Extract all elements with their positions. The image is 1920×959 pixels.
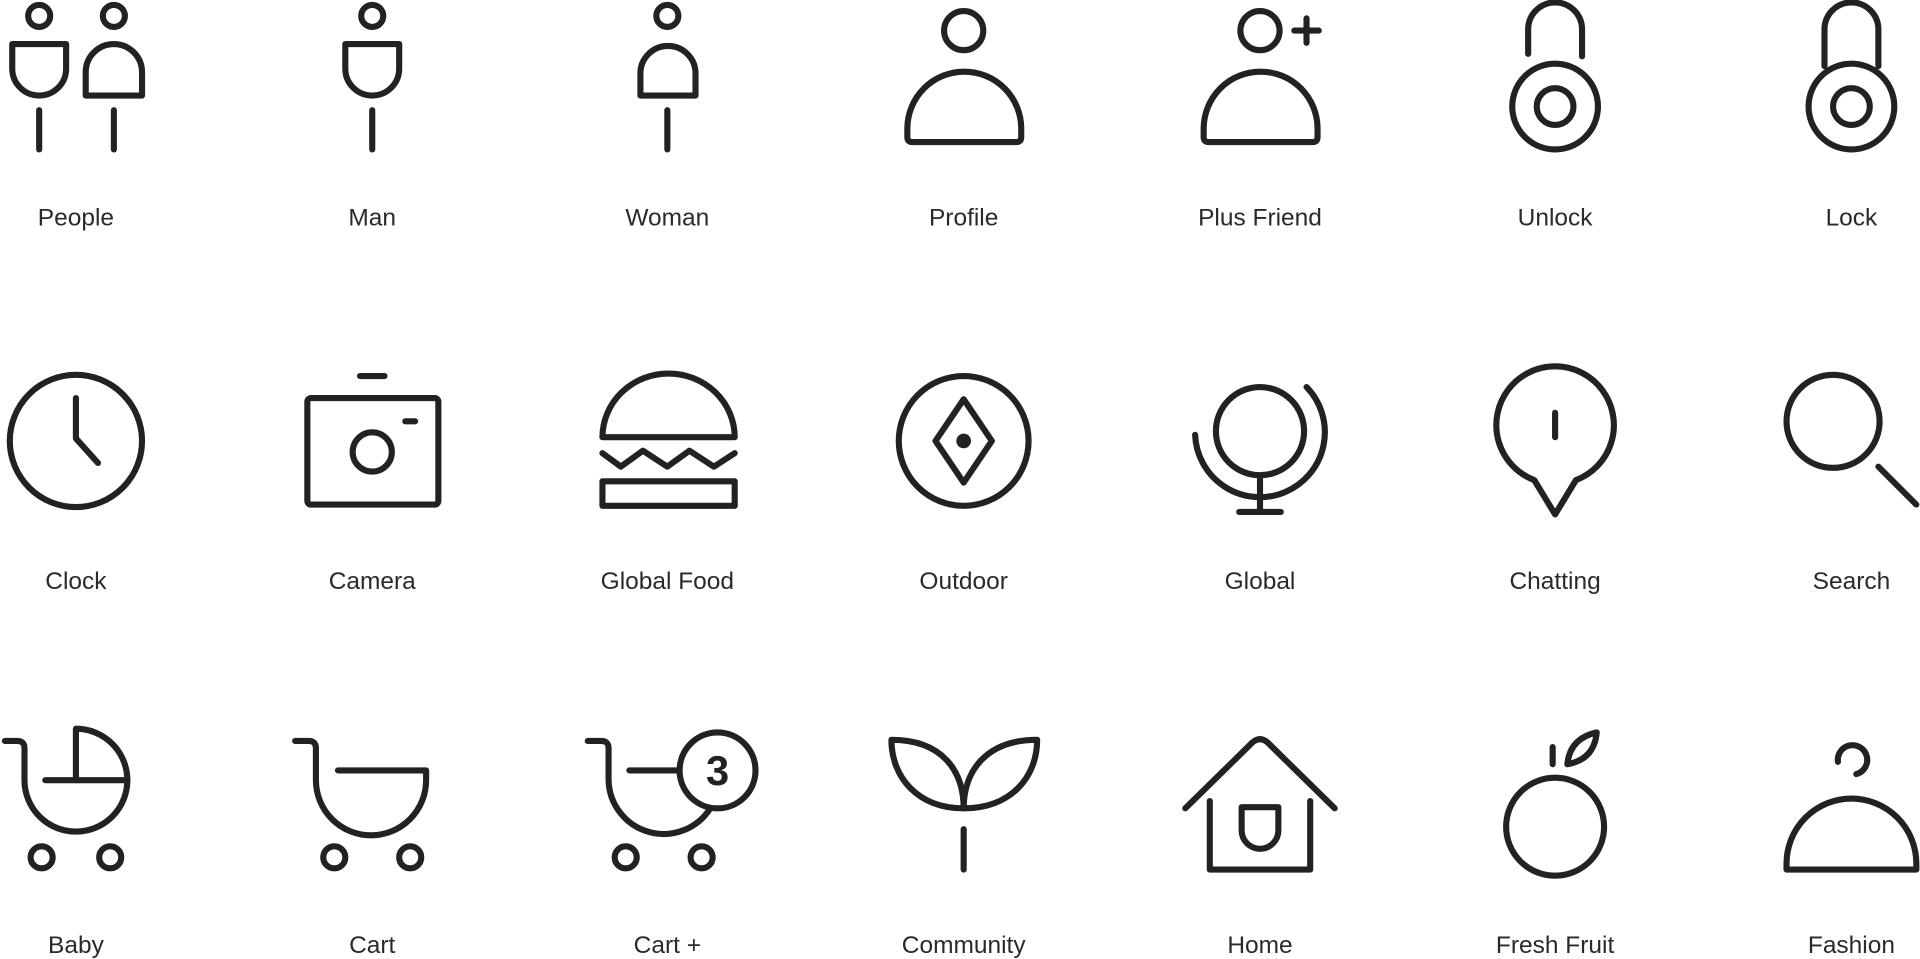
lock-icon [1805,0,1898,153]
label-camera: Camera [329,568,416,595]
baby-stroller-icon [1,725,131,872]
clock-icon [6,371,146,511]
label-chatting: Chatting [1510,568,1601,595]
label-home: Home [1227,932,1292,959]
label-clock: Clock [45,568,107,595]
unlock-icon [1509,0,1602,153]
search-icon [1783,371,1920,508]
label-cart-plus: Cart + [634,932,701,959]
cart-badge-count: 3 [706,747,729,794]
label-woman: Woman [625,204,709,231]
label-fashion: Fashion [1808,932,1895,959]
label-outdoor: Outdoor [919,568,1007,595]
globe-icon [1192,383,1328,516]
label-plus-friend: Plus Friend [1198,204,1322,231]
label-baby: Baby [48,932,105,959]
chat-bubble-icon [1493,363,1617,518]
label-fresh-fruit: Fresh Fruit [1496,932,1615,959]
compass-icon [895,372,1032,509]
profile-icon [904,7,1025,146]
label-search: Search [1813,568,1891,595]
label-cart: Cart [349,932,395,959]
label-people: People [38,204,114,231]
label-lock: Lock [1826,204,1878,231]
hanger-icon [1783,742,1920,873]
label-global: Global [1225,568,1296,595]
burger-icon [599,370,738,509]
man-icon [342,1,403,153]
label-global-food: Global Food [601,568,734,595]
cart-badge-icon [584,729,759,872]
label-community: Community [902,932,1027,959]
icon-sheet: 3 People Man Woman Profile Plus Friend U… [1,0,1920,959]
plus-friend-icon [1200,7,1322,146]
label-man: Man [348,204,396,231]
label-profile: Profile [929,204,998,231]
sprout-icon [888,736,1041,873]
camera-icon [304,372,442,508]
woman-icon [637,1,699,153]
cart-icon [292,737,430,872]
home-icon [1182,736,1338,873]
people-icon [9,1,146,153]
label-unlock: Unlock [1518,204,1594,231]
fruit-icon [1503,729,1608,879]
